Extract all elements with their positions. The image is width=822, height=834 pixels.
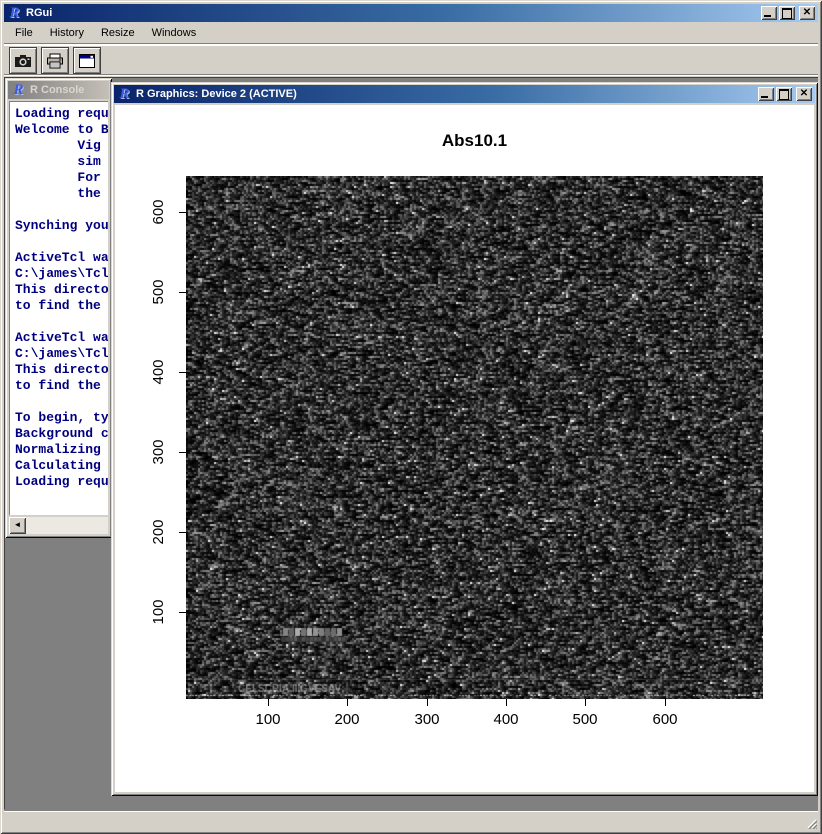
y-axis-tick-label: 600 bbox=[150, 190, 168, 234]
status-bar bbox=[4, 811, 818, 830]
y-axis-tick-label: 400 bbox=[150, 350, 168, 394]
y-axis-tick bbox=[179, 452, 186, 453]
y-axis-tick bbox=[179, 612, 186, 613]
resize-grip-icon[interactable] bbox=[804, 816, 817, 829]
console-output-area[interactable]: Loading requ Welcome to B Vig sim For th… bbox=[9, 101, 108, 515]
microarray-image bbox=[186, 176, 763, 699]
console-title: R Console bbox=[30, 84, 84, 96]
x-axis-tick-label: 300 bbox=[405, 711, 449, 728]
x-axis-tick-label: 600 bbox=[643, 711, 687, 728]
graphics-title: R Graphics: Device 2 (ACTIVE) bbox=[136, 88, 297, 100]
title-bar[interactable]: R RGui ✕ bbox=[4, 4, 818, 22]
x-axis-tick-label: 100 bbox=[246, 711, 290, 728]
close-icon: ✕ bbox=[796, 87, 812, 101]
graphics-close-button[interactable]: ✕ bbox=[796, 87, 812, 101]
x-axis-tick bbox=[347, 699, 348, 706]
toolbar-button-window[interactable] bbox=[73, 47, 101, 74]
toolbar-button-print[interactable] bbox=[41, 47, 69, 74]
console-window: R R Console Loading requ Welcome to B Vi… bbox=[5, 78, 112, 538]
y-axis-tick-label: 100 bbox=[150, 590, 168, 634]
y-axis-tick-label: 500 bbox=[150, 270, 168, 314]
y-axis-tick-label: 200 bbox=[150, 510, 168, 554]
x-axis-tick-label: 500 bbox=[563, 711, 607, 728]
x-axis-tick bbox=[427, 699, 428, 706]
rgui-window: R RGui ✕ File History Resize Windows bbox=[0, 0, 822, 834]
console-hscrollbar[interactable]: ◄ bbox=[9, 517, 108, 534]
r-logo-icon: R bbox=[11, 83, 26, 98]
scroll-left-button[interactable]: ◄ bbox=[9, 517, 26, 534]
y-axis-tick bbox=[179, 212, 186, 213]
menu-item-history[interactable]: History bbox=[48, 25, 86, 41]
menu-item-resize[interactable]: Resize bbox=[99, 25, 137, 41]
maximize-button[interactable] bbox=[779, 6, 795, 20]
menu-bar: File History Resize Windows bbox=[4, 23, 818, 42]
plot-device-area: Abs10.1 100 200 300 400 500 600 bbox=[115, 105, 814, 792]
r-logo-icon: R bbox=[7, 6, 22, 21]
screen: { "window": { "title": "RGui" }, "menu":… bbox=[0, 0, 822, 834]
x-axis-tick bbox=[506, 699, 507, 706]
window-icon bbox=[78, 53, 96, 69]
scroll-left-arrow-icon: ◄ bbox=[14, 520, 22, 529]
x-axis-tick-label: 200 bbox=[325, 711, 369, 728]
minimize-icon bbox=[764, 15, 771, 17]
x-axis-tick bbox=[665, 699, 666, 706]
menu-item-windows[interactable]: Windows bbox=[150, 25, 199, 41]
y-axis-tick-label: 300 bbox=[150, 430, 168, 474]
r-logo-icon: R bbox=[117, 87, 132, 102]
graphics-minimize-button[interactable] bbox=[758, 87, 774, 101]
close-icon: ✕ bbox=[799, 6, 815, 20]
toolbar-separator-bottom bbox=[4, 74, 818, 76]
camera-icon bbox=[14, 53, 32, 69]
mdi-workspace: R R Console Loading requ Welcome to B Vi… bbox=[4, 77, 818, 810]
y-axis-tick bbox=[179, 372, 186, 373]
y-axis-tick bbox=[179, 292, 186, 293]
printer-icon bbox=[46, 53, 64, 69]
graphics-maximize-button[interactable] bbox=[776, 87, 792, 101]
window-title: RGui bbox=[26, 7, 52, 19]
maximize-icon bbox=[782, 8, 792, 19]
x-axis-tick bbox=[268, 699, 269, 706]
y-axis-tick bbox=[179, 532, 186, 533]
graphics-window: R R Graphics: Device 2 (ACTIVE) ✕ Abs10.… bbox=[111, 82, 818, 796]
minimize-button[interactable] bbox=[761, 6, 777, 20]
plot-title: Abs10.1 bbox=[186, 131, 763, 151]
menu-item-file[interactable]: File bbox=[13, 25, 35, 41]
x-axis-tick-label: 400 bbox=[484, 711, 528, 728]
maximize-icon bbox=[779, 89, 789, 100]
console-title-bar[interactable]: R R Console bbox=[8, 81, 109, 99]
close-button[interactable]: ✕ bbox=[799, 6, 815, 20]
minimize-icon bbox=[761, 96, 768, 98]
toolbar bbox=[4, 45, 818, 75]
toolbar-button-snapshot[interactable] bbox=[9, 47, 37, 74]
x-axis-tick bbox=[585, 699, 586, 706]
graphics-title-bar[interactable]: R R Graphics: Device 2 (ACTIVE) ✕ bbox=[114, 85, 815, 103]
console-output-text: Loading requ Welcome to B Vig sim For th… bbox=[15, 106, 108, 490]
